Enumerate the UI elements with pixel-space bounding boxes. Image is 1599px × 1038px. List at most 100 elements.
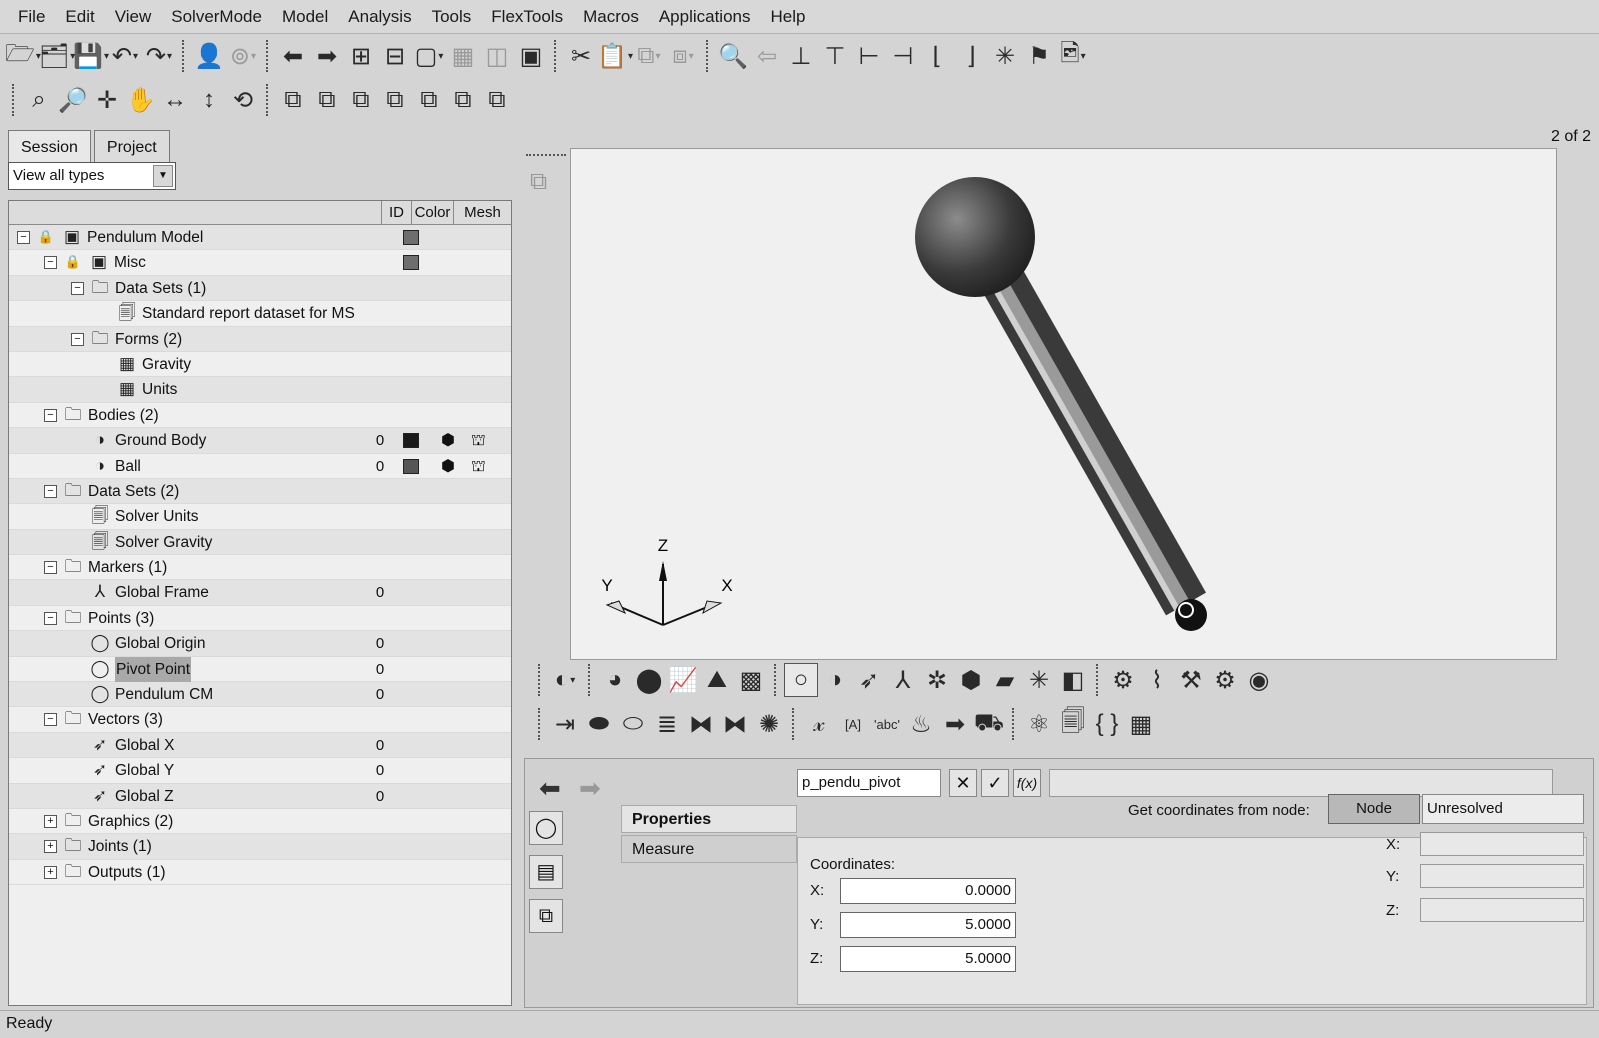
collapse-icon[interactable]: − bbox=[44, 256, 57, 270]
color-swatch[interactable] bbox=[403, 255, 419, 271]
tab-project[interactable]: Project bbox=[93, 130, 170, 164]
menu-flextools[interactable]: FlexTools bbox=[481, 0, 573, 34]
undo-icon[interactable]: ↶ bbox=[108, 39, 142, 73]
tree-row[interactable]: ➶ Global Z 0 bbox=[9, 783, 511, 809]
column-id[interactable]: ID bbox=[381, 201, 411, 224]
redo-icon[interactable]: ↷ bbox=[142, 39, 176, 73]
user-icon[interactable]: 👤 bbox=[192, 39, 226, 73]
tree-row[interactable]: + 🗀 Graphics (2) bbox=[9, 809, 511, 835]
view-cube-right-icon[interactable]: ⧉ bbox=[446, 83, 480, 117]
color-swatch[interactable] bbox=[403, 433, 419, 449]
view-left-icon[interactable]: ⊢ bbox=[852, 39, 886, 73]
sensor-icon[interactable]: ⛟ bbox=[972, 707, 1006, 741]
control-icon[interactable]: ⚛ bbox=[1022, 707, 1056, 741]
tree-row[interactable]: + 🗀 Joints (1) bbox=[9, 834, 511, 860]
solver-array-icon[interactable]: [A] bbox=[836, 707, 870, 741]
tab-measure[interactable]: Measure bbox=[621, 835, 797, 863]
polybeam2-icon[interactable]: ⧓ bbox=[718, 707, 752, 741]
chevron-down-icon[interactable]: ▼ bbox=[153, 165, 173, 187]
tree-item-label[interactable]: Gravity bbox=[142, 352, 191, 377]
tree-row[interactable]: ◯ Pendulum CM 0 bbox=[9, 682, 511, 708]
tree-row[interactable]: ➶ Global Y 0 bbox=[9, 758, 511, 784]
paste-icon[interactable]: 📋 bbox=[597, 39, 632, 73]
close-icon[interactable]: ✕ bbox=[949, 769, 977, 797]
coord-y-input[interactable]: 5.0000 bbox=[840, 912, 1016, 938]
deformable-tool-icon[interactable]: ◧ bbox=[1056, 663, 1090, 697]
joint-tool-icon[interactable]: ✲ bbox=[920, 663, 954, 697]
pan-icon[interactable]: ✋ bbox=[124, 83, 158, 117]
tree-row[interactable]: − 🗀 Forms (2) bbox=[9, 326, 511, 352]
menu-applications[interactable]: Applications bbox=[649, 0, 761, 34]
gear-icon[interactable]: ⚙ bbox=[1208, 663, 1242, 697]
view-cube-bottom-icon[interactable]: ⧉ bbox=[378, 83, 412, 117]
beam-tool-icon[interactable]: ⬬ bbox=[582, 707, 616, 741]
menu-file[interactable]: File bbox=[8, 0, 55, 34]
animation-icon[interactable]: ⛰ bbox=[700, 663, 734, 697]
bushing-tool-icon[interactable]: ⬭ bbox=[616, 707, 650, 741]
tree-row[interactable]: ◯ Pivot Point 0 bbox=[9, 656, 511, 683]
solver-string-icon[interactable]: 'abc' bbox=[870, 707, 904, 741]
motion-tool-icon[interactable]: ⚙ bbox=[1106, 663, 1140, 697]
tree-row[interactable]: 🗐 Solver Units bbox=[9, 504, 511, 530]
open-model-icon[interactable]: 🗁 bbox=[5, 39, 40, 73]
spring-damper-icon[interactable]: ≣ bbox=[650, 707, 684, 741]
expression-field[interactable] bbox=[1049, 769, 1553, 797]
tree-item-label[interactable]: Solver Units bbox=[115, 504, 199, 529]
previous-view-icon[interactable]: ⇦ bbox=[750, 39, 784, 73]
template-icon[interactable]: { } bbox=[1090, 707, 1124, 741]
tree-item-label[interactable]: Forms (2) bbox=[115, 327, 182, 352]
tree-row[interactable]: + 🗀 Outputs (1) bbox=[9, 860, 511, 886]
tab-session[interactable]: Session bbox=[8, 130, 91, 164]
view-cube-front-icon[interactable]: ⧉ bbox=[276, 83, 310, 117]
point-icon[interactable]: ◯ bbox=[529, 811, 563, 845]
tree-item-label[interactable]: Ground Body bbox=[115, 428, 206, 453]
type-filter-select[interactable]: View all types ▼ bbox=[8, 162, 176, 190]
forward-arrow-icon[interactable]: ➡ bbox=[310, 39, 344, 73]
point-tool-icon[interactable]: ○ bbox=[784, 663, 818, 697]
tree-item-label[interactable]: Data Sets (2) bbox=[88, 479, 179, 504]
expand-icon[interactable]: + bbox=[44, 865, 57, 879]
tree-row[interactable]: − 🔒 ▣ Misc bbox=[9, 250, 511, 276]
menu-macros[interactable]: Macros bbox=[573, 0, 649, 34]
layout-icon[interactable]: ▦ bbox=[446, 39, 480, 73]
output-icon[interactable]: ➡ bbox=[938, 707, 972, 741]
back-arrow-icon[interactable]: ⬅ bbox=[276, 39, 310, 73]
expression-builder-icon[interactable]: f(x) bbox=[1013, 769, 1041, 797]
window-icon[interactable]: ▢ bbox=[412, 39, 446, 73]
coord-z-input[interactable]: 5.0000 bbox=[840, 946, 1016, 972]
view-front-icon[interactable]: ⌊ bbox=[920, 39, 954, 73]
tree-row[interactable]: 🗐 Standard report dataset for MS bbox=[9, 301, 511, 327]
tree-item-label[interactable]: Bodies (2) bbox=[88, 403, 159, 428]
pan-horizontal-icon[interactable]: ↔ bbox=[158, 83, 192, 117]
lock-icon[interactable]: 🔒 bbox=[62, 252, 84, 272]
solver-variable-icon[interactable]: 𝓍 bbox=[802, 707, 836, 741]
render-icon[interactable]: ◕ bbox=[598, 663, 632, 697]
node-button[interactable]: Node bbox=[1328, 794, 1420, 824]
page-layout-icon[interactable]: ⊟ bbox=[378, 39, 412, 73]
tree-item-label[interactable]: Units bbox=[142, 377, 177, 402]
record-icon[interactable]: ⊚ bbox=[226, 39, 260, 73]
model-viewport[interactable]: Z Y X bbox=[570, 148, 1557, 660]
tree-item-label[interactable]: Points (3) bbox=[88, 606, 154, 631]
contact-icon[interactable]: ✺ bbox=[752, 707, 786, 741]
differential-eq-icon[interactable]: ♨ bbox=[904, 707, 938, 741]
actuator-tool-icon[interactable]: ⚒ bbox=[1174, 663, 1208, 697]
collapse-icon[interactable]: − bbox=[44, 561, 57, 575]
view-bottom-icon[interactable]: ⊤ bbox=[818, 39, 852, 73]
save-icon[interactable]: 💾 bbox=[73, 39, 108, 73]
form-icon[interactable]: ▦ bbox=[1124, 707, 1158, 741]
window-icon[interactable]: ⧉ bbox=[530, 168, 560, 198]
tree-row[interactable]: ▦ Units bbox=[9, 377, 511, 403]
collapse-icon[interactable]: − bbox=[71, 281, 84, 295]
force-tool-icon[interactable]: ⇥ bbox=[548, 707, 582, 741]
panel-view-icon[interactable]: ▤ bbox=[529, 855, 563, 889]
tree-row[interactable]: − 🗀 Data Sets (1) bbox=[9, 275, 511, 302]
cut-icon[interactable]: ✂ bbox=[564, 39, 598, 73]
delete-icon[interactable]: ⧈ bbox=[666, 39, 700, 73]
tree-item-label[interactable]: Standard report dataset for MS bbox=[142, 301, 355, 326]
tree-row[interactable]: − 🗀 Vectors (3) bbox=[9, 707, 511, 733]
lock-icon[interactable]: 🔒 bbox=[35, 227, 57, 247]
view-right-icon[interactable]: ⊣ bbox=[886, 39, 920, 73]
mesh-icon[interactable]: ⬢ bbox=[441, 430, 455, 451]
vector-tool-icon[interactable]: ➶ bbox=[852, 663, 886, 697]
